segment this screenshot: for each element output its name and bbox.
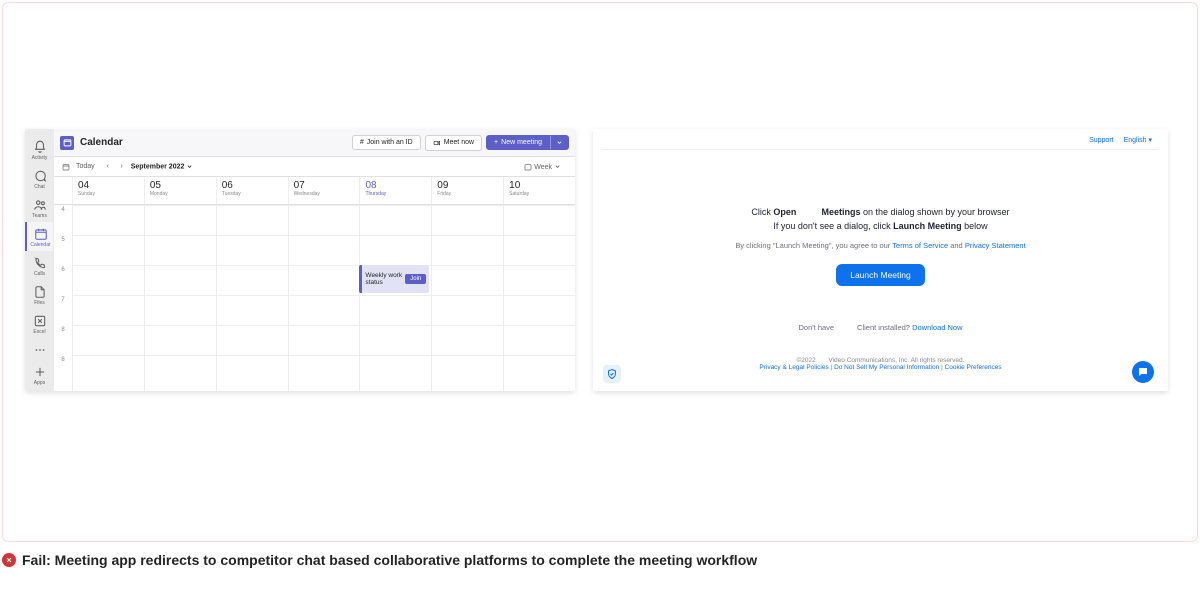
app-rail: Activity Chat Teams Calendar Calls	[25, 129, 54, 391]
video-icon	[433, 139, 441, 147]
day-header: 10Saturday	[503, 177, 575, 204]
event-join-button[interactable]: Join	[405, 274, 426, 284]
new-meeting-button[interactable]: + New meeting	[486, 135, 550, 150]
month-label[interactable]: September 2022	[131, 163, 194, 170]
chat-bubble-icon	[1137, 366, 1149, 378]
language-dropdown[interactable]: English ▾	[1124, 137, 1152, 144]
new-meeting-dropdown[interactable]	[550, 135, 569, 150]
meet-now-button[interactable]: Meet now	[425, 135, 482, 151]
teams-calendar-screenshot: Activity Chat Teams Calendar Calls	[25, 129, 575, 391]
hour-label: 4	[54, 207, 72, 213]
event-title: Weekly work status	[365, 272, 405, 286]
hash-icon: #	[360, 139, 364, 146]
footer-link[interactable]: Do Not Sell My Personal Information	[834, 364, 939, 371]
day-header-today: 08Thursday	[359, 177, 431, 204]
today-button[interactable]: Today	[70, 161, 101, 172]
hour-label: 8	[54, 357, 72, 363]
chevron-down-icon	[554, 163, 561, 170]
rail-calls[interactable]: Calls	[26, 251, 54, 280]
calendar-toolbar: Today ‹ › September 2022 Week	[54, 157, 575, 177]
view-selector[interactable]: Week	[518, 161, 567, 173]
divider	[603, 149, 1158, 150]
privacy-link[interactable]: Privacy Statement	[965, 241, 1026, 250]
rail-files[interactable]: Files	[26, 280, 54, 309]
top-links: Support English ▾	[1081, 136, 1152, 144]
page-title: Calendar	[80, 137, 348, 148]
shield-button[interactable]	[603, 365, 621, 383]
footer-link[interactable]: Cookie Preferences	[945, 364, 1002, 371]
hour-label: 7	[54, 297, 72, 303]
join-with-id-button[interactable]: # Join with an ID	[352, 135, 421, 150]
day-header: 07Wednesday	[288, 177, 360, 204]
support-link[interactable]: Support	[1089, 137, 1114, 144]
day-header: 06Tuesday	[216, 177, 288, 204]
chevron-down-icon	[186, 163, 193, 170]
ellipsis-icon	[33, 343, 47, 357]
rail-teams[interactable]: Teams	[26, 193, 54, 222]
rail-activity[interactable]: Activity	[26, 135, 54, 164]
hour-label: 5	[54, 237, 72, 243]
terms-link[interactable]: Terms of Service	[892, 241, 948, 250]
plus-icon	[33, 365, 47, 379]
calendar-small-icon	[524, 163, 532, 171]
download-prompt: Don't have Client installed? Download No…	[593, 323, 1168, 332]
day-headers: 04Sunday 05Monday 06Tuesday 07Wednesday …	[54, 177, 575, 205]
calendar-header: Calendar # Join with an ID Meet now + Ne…	[54, 129, 575, 157]
chat-icon	[33, 169, 47, 183]
chat-bubble-button[interactable]	[1132, 361, 1154, 383]
calendar-grid[interactable]: 4 5 6 7 8 8 Weekly work status Join	[54, 205, 575, 391]
day-header: 04Sunday	[72, 177, 144, 204]
meeting-launch-screenshot: Support English ▾ Click Open Meetings on…	[593, 129, 1168, 391]
hour-label: 8	[54, 327, 72, 333]
footer: ©2022 Video Communications, Inc. All rig…	[593, 357, 1168, 371]
next-week-button[interactable]: ›	[115, 163, 129, 170]
day-header: 05Monday	[144, 177, 216, 204]
file-icon	[33, 285, 47, 299]
rail-calendar[interactable]: Calendar	[25, 222, 53, 251]
rail-more[interactable]	[26, 338, 54, 360]
shield-icon	[606, 368, 618, 380]
calendar-small-icon	[62, 163, 70, 171]
rail-excel[interactable]: Excel	[26, 309, 54, 338]
launch-instructions: Click Open Meetings on the dialog shown …	[593, 207, 1168, 286]
phone-icon	[33, 256, 47, 270]
plus-icon: +	[494, 139, 498, 146]
error-icon	[2, 553, 16, 567]
hour-label: 6	[54, 267, 72, 273]
calendar-icon	[34, 227, 48, 241]
download-link[interactable]: Download Now	[912, 323, 962, 332]
prev-week-button[interactable]: ‹	[101, 163, 115, 170]
launch-meeting-button[interactable]: Launch Meeting	[836, 264, 925, 286]
rail-chat[interactable]: Chat	[26, 164, 54, 193]
fail-caption: Fail: Meeting app redirects to competito…	[2, 552, 1200, 568]
rail-apps[interactable]: Apps	[26, 360, 54, 389]
calendar-app-icon	[60, 136, 74, 150]
chevron-down-icon	[556, 139, 563, 146]
day-header: 09Friday	[431, 177, 503, 204]
caret-down-icon: ▾	[1148, 137, 1152, 144]
people-icon	[33, 198, 47, 212]
app-icon	[33, 314, 47, 328]
calendar-event[interactable]: Weekly work status Join	[359, 265, 429, 293]
bell-icon	[33, 140, 47, 154]
rail-help[interactable]: Help	[26, 389, 54, 391]
footer-link[interactable]: Privacy & Legal Policies	[759, 364, 828, 371]
caption-text: Fail: Meeting app redirects to competito…	[22, 552, 757, 568]
